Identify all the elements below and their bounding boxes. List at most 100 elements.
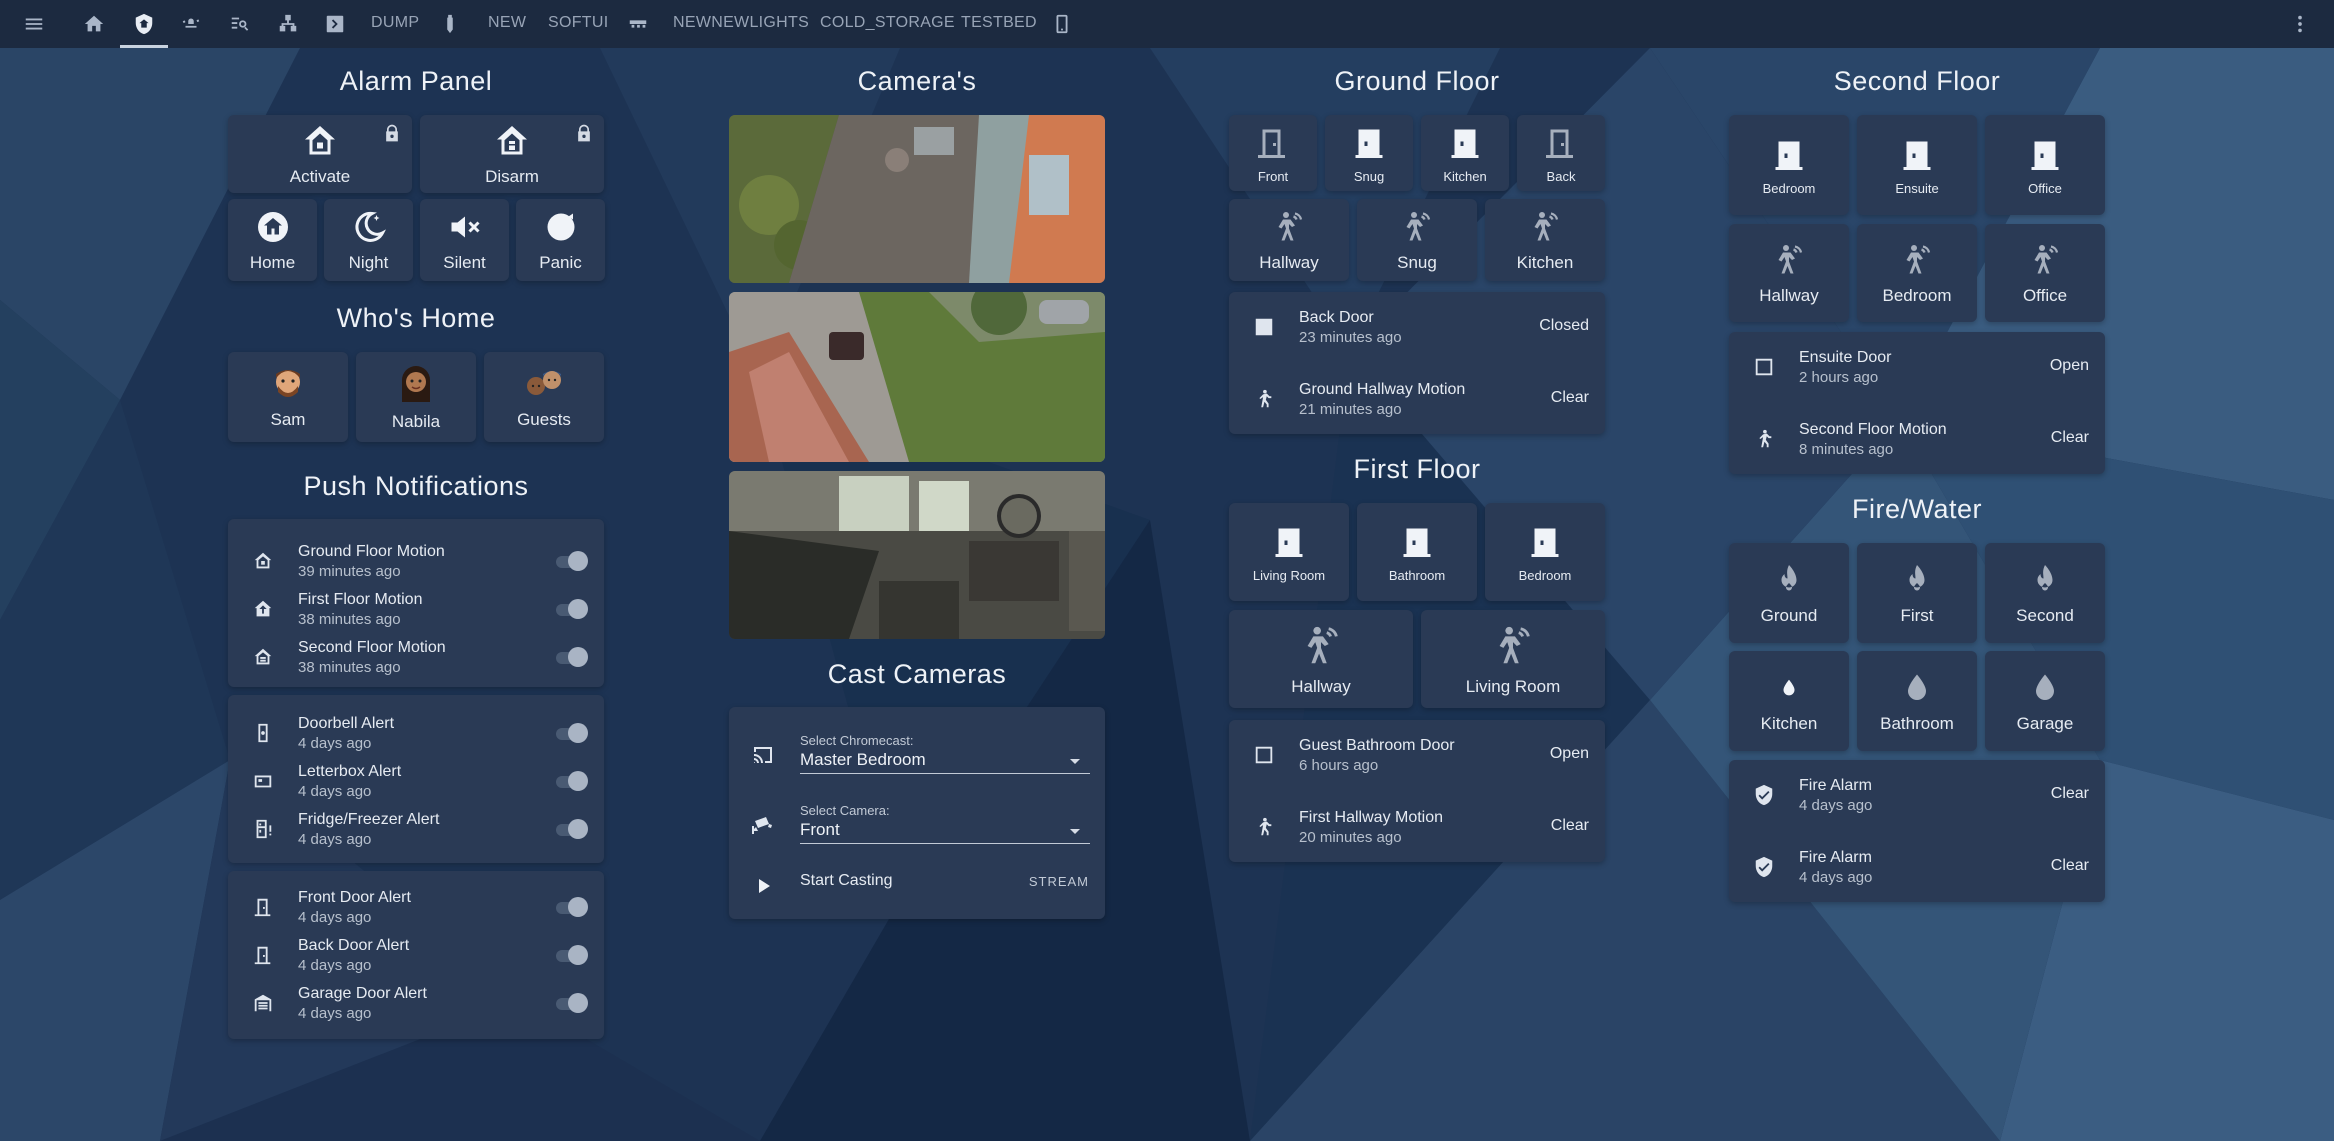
dots-vertical-icon[interactable] (2286, 10, 2314, 38)
firewater-entities-card: Fire Alarm 4 days ago Clear Fire Alarm 4 d… (1729, 760, 2105, 902)
door-snug-button[interactable]: Snug (1325, 115, 1413, 191)
tab-newnewlights[interactable]: NEWNEWLIGHTS (673, 14, 809, 32)
first-entities-card: Guest Bathroom Door 6 hours ago Open Firs… (1229, 720, 1605, 862)
push-notifications-title: Push Notifications (303, 471, 529, 501)
toggle-switch[interactable] (552, 819, 588, 839)
camera-feed-driveway[interactable] (729, 115, 1105, 283)
item-time: 38 minutes ago (298, 658, 401, 676)
chromecast-select[interactable]: Select Chromecast: Master Bedroom (800, 733, 1090, 774)
entity-row[interactable]: Guest Bathroom Door 6 hours ago Open (1229, 734, 1605, 776)
motion-first-hallway-button[interactable]: Hallway (1229, 610, 1413, 708)
phone-icon[interactable] (1048, 10, 1076, 38)
camera-feed-front[interactable] (729, 292, 1105, 462)
camera-image (729, 115, 1105, 283)
motion-second-bedroom-label: Bedroom (1882, 286, 1952, 305)
toggle-switch[interactable] (552, 771, 588, 791)
door-living-room-button[interactable]: Living Room (1229, 503, 1349, 601)
water-garage-button[interactable]: Garage (1985, 651, 2105, 751)
motion-snug-label: Snug (1397, 253, 1437, 272)
motion-second-bedroom-button[interactable]: Bedroom (1857, 224, 1977, 322)
entity-row[interactable]: First Hallway Motion 20 minutes ago Clear (1229, 806, 1605, 848)
list-item: Second Floor Motion 38 minutes ago (228, 637, 604, 677)
chevron-box-icon[interactable] (321, 10, 349, 38)
toggle-switch[interactable] (552, 551, 588, 571)
entity-time: 6 hours ago (1299, 756, 1379, 774)
motion-living-room-label: Living Room (1465, 677, 1561, 696)
mode-night-label: Night (348, 253, 389, 272)
mode-home-label: Home (249, 253, 296, 272)
tab-testbed[interactable]: TESTBED (961, 14, 1037, 32)
mode-night-button[interactable]: Night (324, 199, 413, 281)
motion-kitchen-button[interactable]: Kitchen (1485, 199, 1605, 281)
shield-home-icon[interactable] (130, 10, 158, 38)
tab-cold-storage[interactable]: COLD_STORAGE (820, 14, 955, 32)
door-front-button[interactable]: Front (1229, 115, 1317, 191)
entity-row[interactable]: Second Floor Motion 8 minutes ago Clear (1729, 418, 2105, 460)
motion-snug-button[interactable]: Snug (1357, 199, 1477, 281)
item-time: 4 days ago (298, 1004, 372, 1022)
door-back-button[interactable]: Back (1517, 115, 1605, 191)
entity-row[interactable]: Ground Hallway Motion 21 minutes ago Clea… (1229, 378, 1605, 420)
door-bedroom-label: Bedroom (1518, 567, 1572, 583)
motion-office-button[interactable]: Office (1985, 224, 2105, 322)
fire-icon (1769, 560, 1809, 600)
fire-ground-button[interactable]: Ground (1729, 543, 1849, 643)
toggle-switch[interactable] (552, 897, 588, 917)
tab-softui[interactable]: SOFTUI (548, 14, 608, 32)
menu-icon[interactable] (20, 10, 48, 38)
door-office-button[interactable]: Office (1985, 115, 2105, 215)
stream-button[interactable]: STREAM (1029, 874, 1089, 889)
toggle-switch[interactable] (552, 993, 588, 1013)
entity-time: 21 minutes ago (1299, 400, 1402, 418)
water-bathroom-label: Bathroom (1880, 714, 1954, 733)
motion-hallway-button[interactable]: Hallway (1229, 199, 1349, 281)
network-icon[interactable] (274, 10, 302, 38)
checkbox-blank-icon (1253, 744, 1275, 766)
home-icon[interactable] (80, 10, 108, 38)
door-kitchen-button[interactable]: Kitchen (1421, 115, 1509, 191)
activate-button[interactable]: Activate (228, 115, 412, 193)
entity-row[interactable]: Fire Alarm 4 days ago Clear (1729, 774, 2105, 816)
door-office-label: Office (2028, 180, 2062, 196)
door-ensuite-button[interactable]: Ensuite (1857, 115, 1977, 215)
door-second-bedroom-button[interactable]: Bedroom (1729, 115, 1849, 215)
door-bathroom-button[interactable]: Bathroom (1357, 503, 1477, 601)
alarm-panel-title: Alarm Panel (339, 66, 493, 96)
tab-dump[interactable]: DUMP (371, 14, 419, 32)
usb-icon[interactable] (436, 10, 464, 38)
toggle-switch[interactable] (552, 647, 588, 667)
tab-new[interactable]: NEW (488, 14, 526, 32)
disarm-button[interactable]: Disarm (420, 115, 604, 193)
water-bathroom-button[interactable]: Bathroom (1857, 651, 1977, 751)
nabila-avatar (402, 366, 430, 402)
mode-panic-button[interactable]: Panic (516, 199, 605, 281)
toggle-switch[interactable] (552, 723, 588, 743)
fire-first-button[interactable]: First (1857, 543, 1977, 643)
entity-row[interactable]: Ensuite Door 2 hours ago Open (1729, 346, 2105, 388)
toggle-switch[interactable] (552, 945, 588, 965)
motion-hallway-label: Hallway (1259, 253, 1319, 272)
cast-cameras-card: Select Chromecast: Master Bedroom Select… (729, 707, 1105, 919)
camera-select[interactable]: Select Camera: Front (800, 803, 1090, 844)
fire-second-button[interactable]: Second (1985, 543, 2105, 643)
camera-feed-kitchen[interactable] (729, 471, 1105, 639)
search-list-icon[interactable] (226, 10, 254, 38)
alert-icon[interactable] (177, 10, 205, 38)
shield-check-icon (1753, 856, 1775, 878)
motion-living-room-button[interactable]: Living Room (1421, 610, 1605, 708)
motion-second-hallway-button[interactable]: Hallway (1729, 224, 1849, 322)
mode-home-button[interactable]: Home (228, 199, 317, 281)
bed-icon[interactable] (624, 10, 652, 38)
person-sam[interactable]: Sam (228, 352, 348, 442)
mode-silent-button[interactable]: Silent (420, 199, 509, 281)
door-bedroom-button[interactable]: Bedroom (1485, 503, 1605, 601)
toggle-switch[interactable] (552, 599, 588, 619)
person-guests[interactable]: Guests (484, 352, 604, 442)
walk-icon (1253, 816, 1275, 838)
entity-row[interactable]: Back Door 23 minutes ago Closed (1229, 306, 1605, 348)
entity-row[interactable]: Fire Alarm 4 days ago Clear (1729, 846, 2105, 888)
door-ensuite-label: Ensuite (1895, 180, 1939, 196)
person-nabila[interactable]: Nabila (356, 352, 476, 442)
water-kitchen-button[interactable]: Kitchen (1729, 651, 1849, 751)
list-item: First Floor Motion 38 minutes ago (228, 589, 604, 629)
